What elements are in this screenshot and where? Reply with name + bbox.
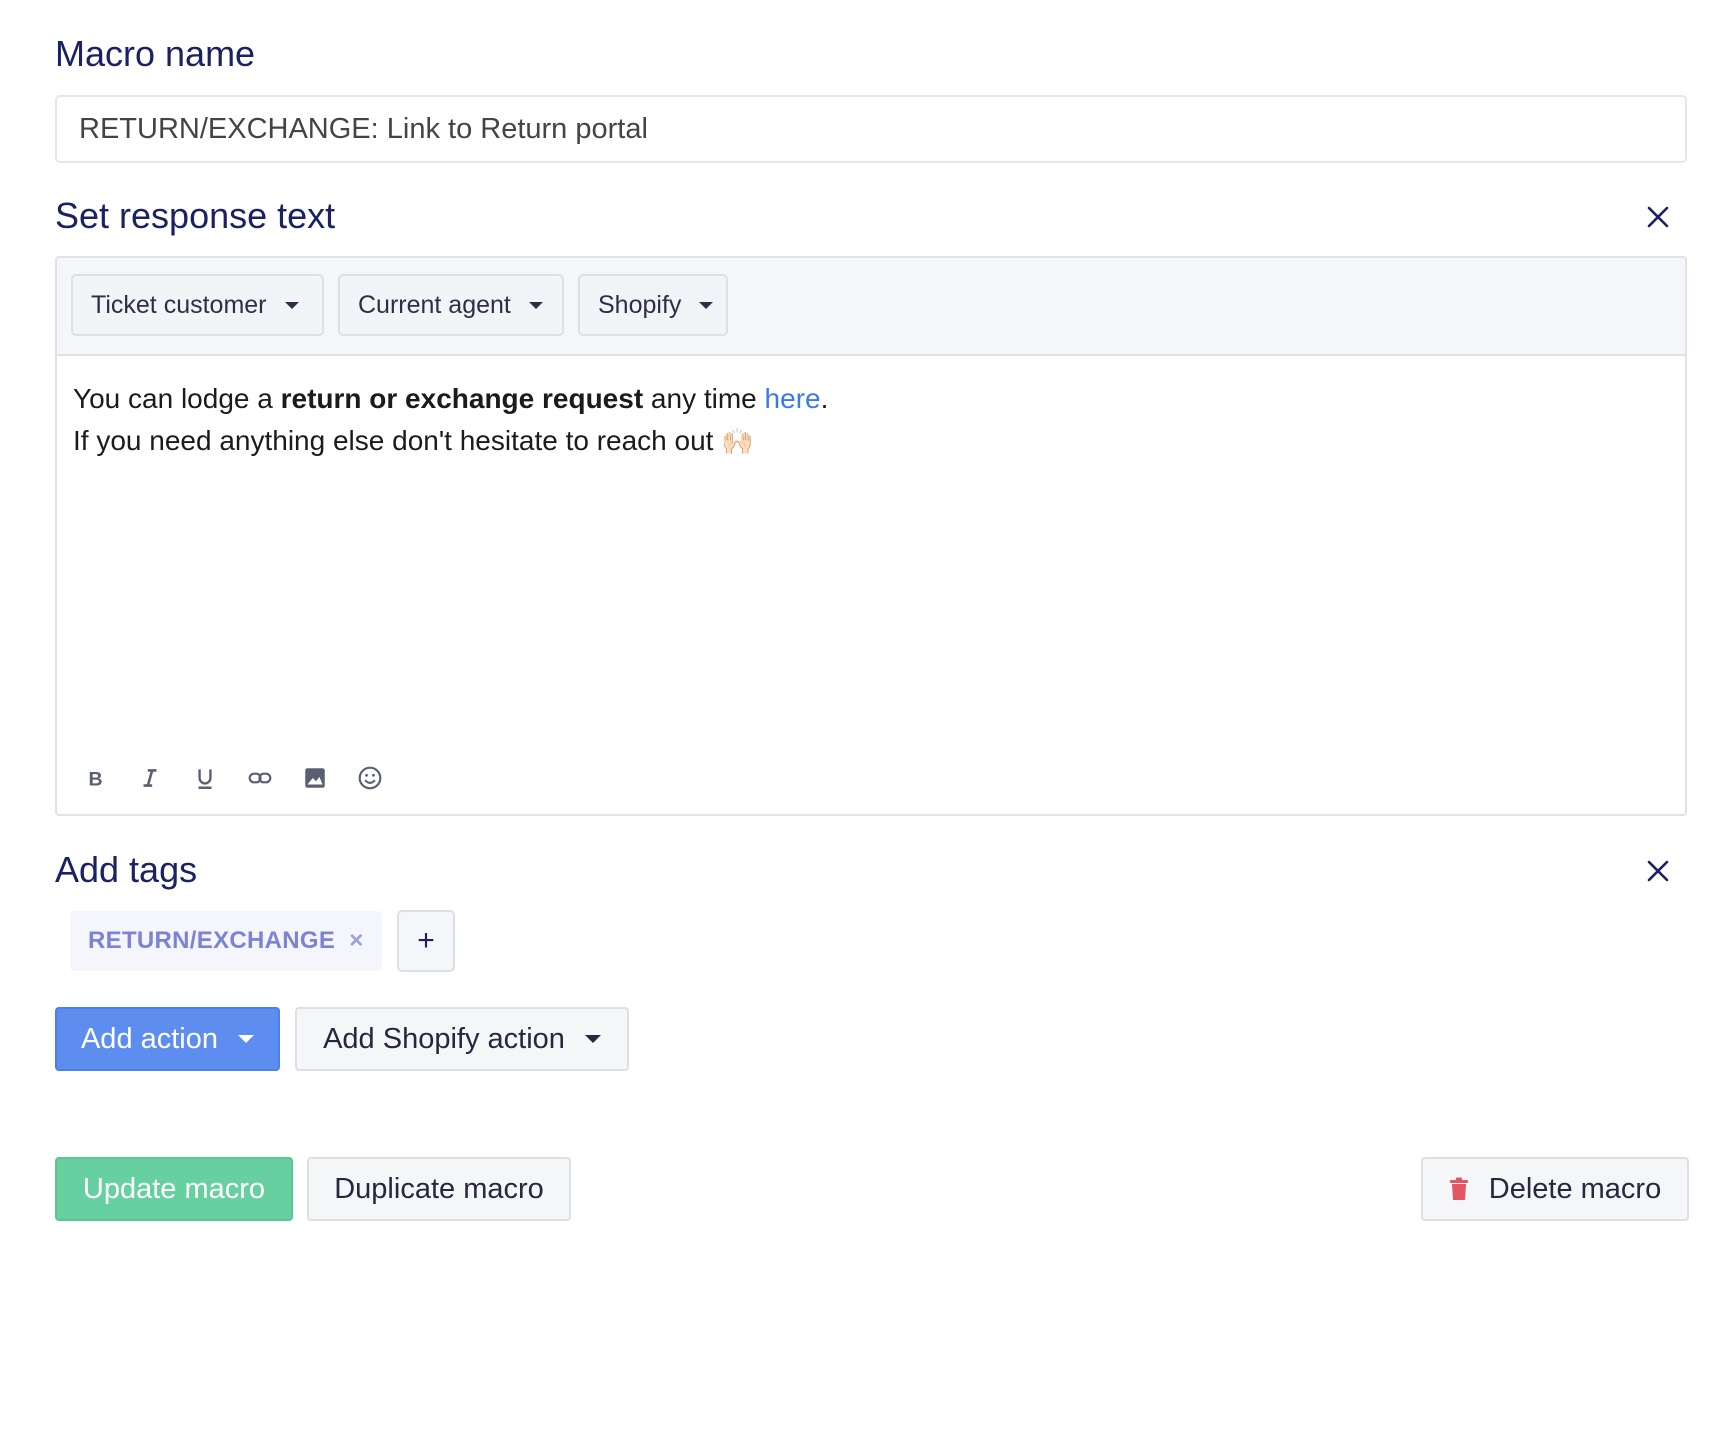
raising-hands-emoji: 🙌🏻 [721,426,754,456]
ticket-customer-dropdown[interactable]: Ticket customer [71,274,324,336]
chevron-down-icon [584,1035,601,1043]
format-toolbar: B [81,764,384,792]
add-shopify-action-label: Add Shopify action [323,1022,565,1055]
line1-text: You can lodge a [73,383,281,414]
current-agent-dropdown[interactable]: Current agent [338,274,564,336]
delete-macro-button[interactable]: Delete macro [1421,1157,1689,1221]
chevron-down-icon [699,301,714,309]
chevron-down-icon [238,1035,255,1043]
tag-label: RETURN/EXCHANGE [88,927,336,954]
svg-text:B: B [89,769,103,791]
line1-end-text: . [820,383,829,414]
line2-text: If you need anything else don't hesitate… [73,425,722,456]
add-action-label: Add action [80,1022,219,1055]
add-action-button[interactable]: Add action [55,1007,280,1071]
ticket-customer-label: Ticket customer [91,290,267,319]
underline-icon[interactable] [191,764,219,792]
delete-macro-label: Delete macro [1488,1172,1662,1205]
image-icon[interactable] [301,764,329,792]
bold-icon[interactable]: B [81,764,109,792]
response-editor[interactable]: Ticket customer Current agent Shopify Yo… [55,256,1687,816]
current-agent-label: Current agent [358,290,511,319]
add-tags-label: Add tags [55,849,198,890]
chevron-down-icon [528,301,543,309]
response-body[interactable]: You can lodge a return or exchange reque… [57,356,1685,484]
macro-name-input[interactable] [55,95,1687,163]
remove-tag-icon[interactable]: × [349,927,363,955]
macro-name-label: Macro name [55,33,256,74]
here-link[interactable]: here [765,383,821,414]
response-line-1: You can lodge a return or exchange reque… [73,378,1669,420]
macro-editor: Macro name Set response text Ticket cust… [0,0,1728,1448]
response-line-2: If you need anything else don't hesitate… [73,420,1669,462]
chevron-down-icon [284,301,299,309]
tag-chip: RETURN/EXCHANGE × [70,911,382,971]
link-icon[interactable] [246,764,274,792]
trash-icon [1449,1177,1469,1201]
add-shopify-action-button[interactable]: Add Shopify action [295,1007,629,1071]
shopify-dropdown[interactable]: Shopify [578,274,728,336]
line1-middle-text: any time [643,383,765,414]
response-text-label: Set response text [55,195,336,236]
shopify-label: Shopify [598,290,682,319]
line1-bold-text: return or exchange request [280,383,644,414]
update-macro-button[interactable]: Update macro [55,1157,293,1221]
italic-icon[interactable] [136,764,164,792]
duplicate-macro-button[interactable]: Duplicate macro [307,1157,571,1221]
variable-toolbar: Ticket customer Current agent Shopify [57,258,1685,356]
emoji-icon[interactable] [356,764,384,792]
add-tag-button[interactable]: + [397,910,455,972]
close-tags-icon[interactable] [1643,856,1673,886]
close-response-icon[interactable] [1643,202,1673,232]
